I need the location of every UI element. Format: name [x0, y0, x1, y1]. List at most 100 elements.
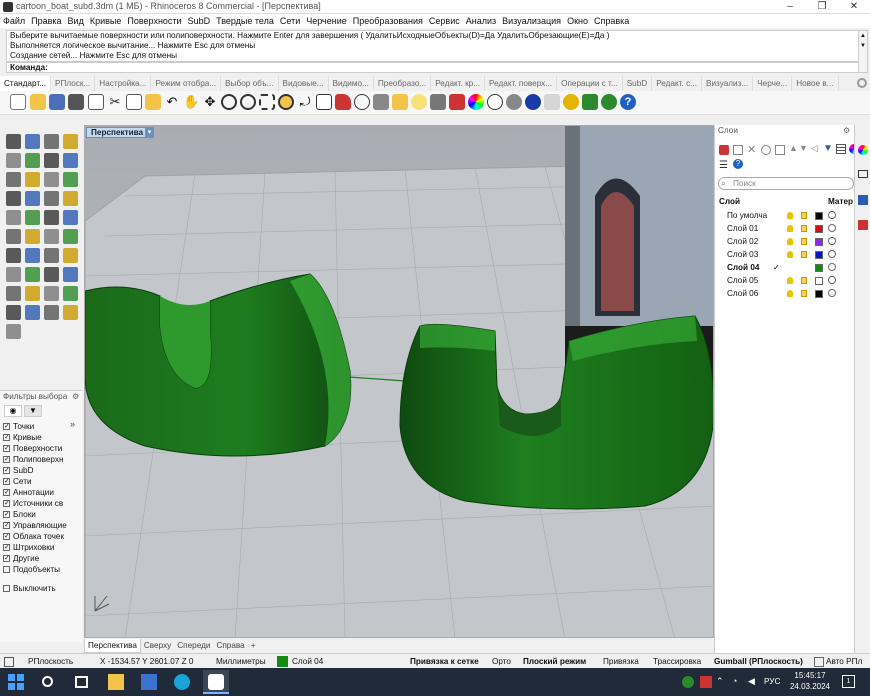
tab-perspective[interactable]: Перспектива [84, 639, 141, 653]
loft-icon[interactable] [63, 191, 78, 206]
viewport-title[interactable]: Перспектива [86, 127, 149, 138]
search-taskbar-icon[interactable] [42, 676, 53, 687]
filter-icon[interactable]: ▼ [24, 405, 42, 417]
filter-item[interactable]: ✓ Точки [3, 421, 34, 432]
layer-color-swatch[interactable] [815, 251, 823, 259]
properties-icon[interactable] [858, 145, 868, 155]
light-icon[interactable] [6, 305, 21, 320]
boolean-icon[interactable] [44, 210, 59, 225]
copy-icon[interactable] [126, 94, 142, 110]
help-icon[interactable]: ? [620, 94, 636, 110]
layer-icon[interactable] [449, 94, 465, 110]
filter-checkbox[interactable]: ✓ [3, 500, 10, 508]
render-tool-icon[interactable] [63, 305, 78, 320]
pan-hand-icon[interactable]: ✋ [183, 94, 199, 110]
menu-window[interactable]: Окно [564, 14, 591, 28]
visibility-bulb-icon[interactable] [787, 251, 793, 258]
visibility-bulb-icon[interactable] [787, 290, 793, 297]
layer-row[interactable]: Слой 02 [715, 235, 855, 248]
car-object-icon[interactable] [335, 94, 351, 110]
visibility-bulb-icon[interactable] [787, 277, 793, 284]
explode-icon[interactable] [44, 229, 59, 244]
filter-checkbox[interactable]: ✓ [3, 478, 10, 486]
globe-icon[interactable] [601, 94, 617, 110]
lock-icon[interactable] [801, 238, 807, 245]
menu-solids[interactable]: Твердые тела [213, 14, 277, 28]
move-tool-icon[interactable] [6, 267, 21, 282]
expand-more-icon[interactable]: » [70, 419, 75, 429]
material-icon[interactable] [506, 94, 522, 110]
check-icon[interactable] [44, 305, 59, 320]
minimize-button[interactable]: – [776, 0, 804, 14]
grid-snap-toggle[interactable]: Привязка к сетке [410, 655, 479, 668]
tray-app2-icon[interactable] [700, 676, 712, 688]
perspective-viewport[interactable]: Перспектива ▾ [84, 125, 714, 638]
mirror-icon[interactable] [63, 248, 78, 263]
cap-icon[interactable] [63, 210, 78, 225]
open-folder-icon[interactable] [30, 94, 46, 110]
rotate-icon[interactable] [44, 248, 59, 263]
layer-material-icon[interactable] [828, 237, 836, 245]
layer-material-icon[interactable] [828, 211, 836, 219]
tab-standard[interactable]: Стандарт... [0, 76, 52, 91]
visibility-bulb-icon[interactable] [787, 225, 793, 232]
viewport-menu-chevron-icon[interactable]: ▾ [145, 127, 154, 138]
menu-tools[interactable]: Сервис [426, 14, 463, 28]
menu-curves[interactable]: Кривые [87, 14, 125, 28]
filter-checkbox[interactable]: ✓ [3, 489, 10, 497]
pointer-icon[interactable] [544, 94, 560, 110]
tray-chevron-icon[interactable]: ⌃ [716, 676, 724, 687]
tab-right[interactable]: Справа [213, 639, 247, 653]
curve-icon[interactable] [6, 172, 21, 187]
object-properties-icon[interactable] [487, 94, 503, 110]
tab-viewport-layout[interactable]: Видовые... [279, 76, 329, 91]
menu-render[interactable]: Визуализация [499, 14, 564, 28]
shaded-icon[interactable] [354, 94, 370, 110]
layer-material-icon[interactable] [828, 250, 836, 258]
lock-icon[interactable] [801, 290, 807, 297]
units-label[interactable]: Миллиметры [216, 655, 266, 668]
rectangle-icon[interactable] [63, 134, 78, 149]
tab-front[interactable]: Спереди [174, 639, 213, 653]
smarttrack-toggle[interactable]: Трассировка [653, 655, 701, 668]
new-layer-icon[interactable] [719, 145, 729, 155]
layer-filter-icon[interactable] [761, 145, 771, 155]
color-wheel-icon[interactable] [468, 94, 484, 110]
layer-row[interactable]: Слой 03 [715, 248, 855, 261]
layers-menu-icon[interactable]: ☰ [719, 160, 728, 171]
undo-icon[interactable]: ↶ [164, 94, 180, 110]
tab-set-view[interactable]: Настройка... [95, 76, 152, 91]
filter-item[interactable]: ✓ Поверхности [3, 443, 62, 454]
edge-icon[interactable] [174, 674, 190, 690]
cube-icon[interactable] [6, 210, 21, 225]
filter-item[interactable]: ✓ Штриховки [3, 542, 54, 553]
store-icon[interactable] [141, 674, 157, 690]
cut-icon[interactable]: ✂ [107, 94, 123, 110]
group-icon[interactable] [6, 286, 21, 301]
ungroup-icon[interactable] [25, 286, 40, 301]
col-layer-header[interactable]: Слой [719, 197, 740, 206]
filter-item[interactable]: Подобъекты [3, 564, 60, 575]
filter-item[interactable]: ✓ Управляющие [3, 520, 67, 531]
import-icon[interactable] [88, 94, 104, 110]
menu-surfaces[interactable]: Поверхности [124, 14, 184, 28]
visibility-bulb-icon[interactable] [787, 238, 793, 245]
filter-checkbox[interactable]: ✓ [3, 533, 10, 541]
text-icon[interactable] [63, 286, 78, 301]
filter-item[interactable]: ✓ SubD [3, 465, 33, 476]
filter-item[interactable]: ✓ Облака точек [3, 531, 64, 542]
print-icon[interactable] [68, 94, 84, 110]
tab-transform[interactable]: Преобразо... [374, 76, 432, 91]
tab-top[interactable]: Сверху [141, 639, 174, 653]
filter-checkbox[interactable]: ✓ [3, 467, 10, 475]
materials-icon[interactable] [858, 220, 868, 230]
scale-icon[interactable] [44, 267, 59, 282]
layer-color-swatch[interactable] [815, 212, 823, 220]
zoom-window-icon[interactable] [240, 94, 256, 110]
display-icon[interactable] [858, 170, 868, 178]
start-icon[interactable] [8, 674, 24, 690]
filter-checkbox[interactable] [3, 566, 10, 574]
file-explorer-icon[interactable] [108, 674, 124, 690]
layer-name[interactable]: Слой 02 [727, 235, 758, 248]
select-icon[interactable] [392, 94, 408, 110]
